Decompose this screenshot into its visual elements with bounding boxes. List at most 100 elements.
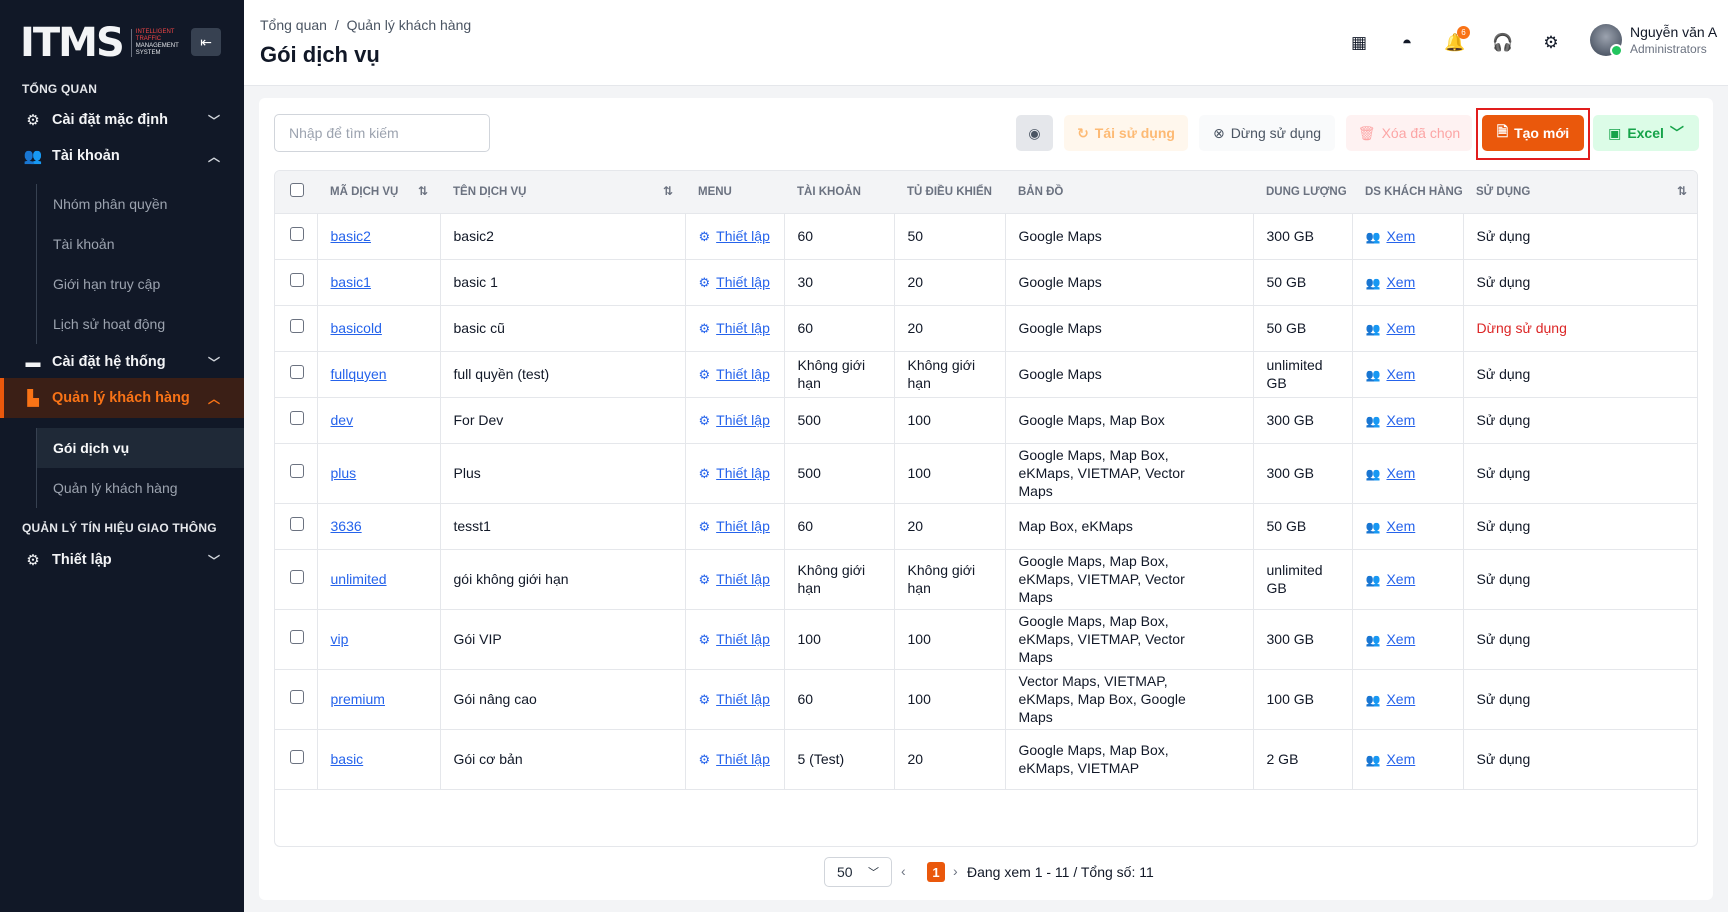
row-checkbox[interactable] (290, 570, 304, 584)
sidebar-item-accounts[interactable]: 👥 Tài khoản ︿ (0, 136, 244, 176)
sidebar-subitem-service-packages[interactable]: Gói dịch vụ (37, 428, 244, 468)
service-code-link[interactable]: basic (331, 751, 364, 767)
view-customers-link[interactable]: Xem (1386, 412, 1415, 428)
apps-button[interactable]: ▦ (1344, 28, 1374, 58)
view-customers-link[interactable]: Xem (1386, 751, 1415, 767)
sort-icon[interactable]: ⇅ (1677, 184, 1687, 198)
row-checkbox[interactable] (290, 227, 304, 241)
col-header-name[interactable]: TÊN DỊCH VỤ ⇅ (440, 171, 685, 214)
toggle-columns-button[interactable]: ◉ (1016, 115, 1053, 151)
dashboard-button[interactable]: ◓ (1392, 28, 1422, 58)
cell-name: basic cũ (440, 305, 686, 352)
collapse-sidebar-button[interactable]: ⇤ (191, 28, 221, 56)
row-checkbox[interactable] (290, 517, 304, 531)
sidebar-subitem-accounts[interactable]: Tài khoản (37, 224, 244, 264)
current-page[interactable]: 1 (927, 862, 945, 882)
sort-icon[interactable]: ⇅ (418, 184, 428, 198)
gear-icon: ⚙ (1543, 33, 1559, 52)
service-code-link[interactable]: unlimited (331, 571, 387, 587)
user-menu[interactable]: Nguyễn văn A Administrators (1590, 24, 1717, 57)
menu-setup-link[interactable]: Thiết lập (716, 274, 770, 290)
col-header-code[interactable]: MÃ DỊCH VỤ ⇅ (317, 171, 440, 214)
row-checkbox[interactable] (290, 750, 304, 764)
view-customers-link[interactable]: Xem (1386, 228, 1415, 244)
row-checkbox[interactable] (290, 690, 304, 704)
breadcrumb-customers[interactable]: Quản lý khách hàng (347, 17, 472, 33)
menu-setup-link[interactable]: Thiết lập (716, 412, 770, 428)
sidebar-item-customers[interactable]: ▙ Quản lý khách hàng ︿ (0, 378, 244, 418)
service-code-link[interactable]: plus (331, 465, 357, 481)
breadcrumb-home[interactable]: Tổng quan (260, 17, 327, 33)
sidebar-subitem-activity-history[interactable]: Lịch sử hoạt động (37, 304, 244, 344)
search-input[interactable] (274, 114, 490, 152)
logo-mark: ITMS (20, 20, 125, 66)
view-customers-link[interactable]: Xem (1386, 465, 1415, 481)
row-checkbox[interactable] (290, 411, 304, 425)
service-code-link[interactable]: basic2 (331, 228, 371, 244)
delete-selected-button[interactable]: 🗑 Xóa đã chọn (1346, 115, 1472, 151)
sidebar-subitem-access-limits[interactable]: Giới hạn truy cập (37, 264, 244, 304)
create-button[interactable]: 🗎 Tạo mới (1482, 115, 1584, 151)
support-button[interactable]: 🎧 (1488, 28, 1518, 58)
people-icon: 👥 (1365, 275, 1381, 290)
sidebar-item-label: Cài đặt mặc định (52, 112, 169, 128)
service-code-link[interactable]: vip (331, 631, 349, 647)
prev-page-icon[interactable]: ‹ (901, 863, 906, 879)
notification-badge: 6 (1457, 26, 1470, 39)
cell-storage: 2 GB (1253, 729, 1353, 790)
settings-button[interactable]: ⚙ (1536, 28, 1566, 58)
service-code-link[interactable]: basicold (331, 320, 382, 336)
service-code-link[interactable]: dev (331, 412, 354, 428)
excel-button[interactable]: ▣ Excel ﹀ (1593, 115, 1699, 151)
sidebar-subitem-permission-groups[interactable]: Nhóm phân quyền (37, 184, 244, 224)
view-customers-link[interactable]: Xem (1386, 366, 1415, 382)
service-code-link[interactable]: basic1 (331, 274, 371, 290)
row-checkbox[interactable] (290, 319, 304, 333)
cell-storage: unlimited GB (1253, 549, 1353, 610)
cell-code: dev (317, 397, 441, 444)
row-checkbox[interactable] (290, 365, 304, 379)
next-page-icon[interactable]: › (953, 863, 958, 879)
menu-setup-link[interactable]: Thiết lập (716, 518, 770, 534)
service-code-link[interactable]: 3636 (331, 518, 362, 534)
excel-icon: ▣ (1608, 124, 1622, 141)
view-customers-link[interactable]: Xem (1386, 518, 1415, 534)
breadcrumb-separator: / (334, 17, 339, 33)
menu-setup-link[interactable]: Thiết lập (716, 366, 770, 382)
sidebar-item-setup[interactable]: ⚙ Thiết lập ﹀ (0, 540, 244, 580)
chevron-up-icon: ︿ (207, 391, 220, 406)
menu-setup-link[interactable]: Thiết lập (716, 320, 770, 336)
view-customers-link[interactable]: Xem (1386, 631, 1415, 647)
menu-setup-link[interactable]: Thiết lập (716, 465, 770, 481)
view-customers-link[interactable]: Xem (1386, 691, 1415, 707)
select-all-checkbox[interactable] (290, 183, 304, 198)
view-customers-link[interactable]: Xem (1386, 571, 1415, 587)
view-customers-link[interactable]: Xem (1386, 274, 1415, 290)
menu-setup-link[interactable]: Thiết lập (716, 228, 770, 244)
menu-setup-link[interactable]: Thiết lập (716, 691, 770, 707)
notifications-button[interactable]: 🔔 6 (1440, 26, 1470, 58)
sidebar-item-default-settings[interactable]: ⚙ Cài đặt mặc định ﹀ (0, 100, 244, 140)
sidebar-subitem-customer-management[interactable]: Quản lý khách hàng (37, 468, 244, 508)
sort-icon[interactable]: ⇅ (663, 184, 673, 198)
view-customers-link[interactable]: Xem (1386, 320, 1415, 336)
page-size-select[interactable]: 50 ﹀ (824, 857, 892, 887)
menu-setup-link[interactable]: Thiết lập (716, 571, 770, 587)
menu-setup-link[interactable]: Thiết lập (716, 631, 770, 647)
reuse-button[interactable]: ↻ Tái sử dụng (1064, 115, 1188, 151)
gear-icon: ⚙ (698, 571, 711, 587)
menu-setup-link[interactable]: Thiết lập (716, 751, 770, 767)
col-header-menu: MENU (685, 171, 784, 214)
row-checkbox[interactable] (290, 464, 304, 478)
sidebar-item-system-settings[interactable]: ▬ Cài đặt hệ thống ﹀ (0, 342, 244, 382)
cell-status: Sử dụng (1463, 259, 1697, 306)
table-row: unlimited gói không giới hạn ⚙ Thiết lập Khô… (275, 549, 1697, 610)
row-checkbox[interactable] (290, 273, 304, 287)
eye-icon: ◉ (1028, 124, 1041, 141)
people-icon: 👥 (1365, 466, 1381, 481)
service-code-link[interactable]: fullquyen (331, 366, 387, 382)
row-checkbox[interactable] (290, 630, 304, 644)
stop-button[interactable]: ⊗ Dừng sử dụng (1199, 115, 1335, 151)
col-header-status[interactable]: SỬ DỤNG ⇅ (1463, 171, 1697, 214)
service-code-link[interactable]: premium (331, 691, 385, 707)
